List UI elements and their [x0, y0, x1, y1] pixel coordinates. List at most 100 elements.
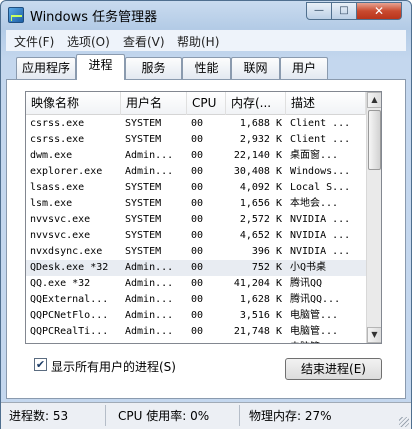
- process-row[interactable]: csrss.exe SYSTEM 00 1,688 K Client ...: [26, 116, 366, 132]
- tab-users[interactable]: 用户: [280, 57, 328, 79]
- close-button[interactable]: ✕: [356, 2, 402, 20]
- row-description: 电脑管...: [290, 310, 339, 321]
- row-user-name: SYSTEM: [125, 214, 162, 225]
- row-cpu: 00: [191, 214, 204, 225]
- tab-performance[interactable]: 性能: [182, 57, 231, 79]
- row-cpu: 00: [191, 166, 204, 177]
- row-image-name: QQExternal...: [30, 294, 109, 305]
- column-image-name[interactable]: 映像名称: [26, 92, 121, 115]
- task-manager-window: Windows 任务管理器 — □ ✕ 文件(F) 选项(O) 查看(V) 帮助…: [0, 0, 412, 429]
- row-description: Local S...: [290, 182, 351, 193]
- column-cpu[interactable]: CPU: [187, 92, 226, 115]
- row-image-name: nvxdsync.exe: [30, 246, 103, 257]
- row-description: 电脑管...: [286, 340, 366, 343]
- show-all-users-checkbox[interactable]: ✔: [34, 358, 47, 371]
- row-cpu: 00: [191, 262, 204, 273]
- tab-networking[interactable]: 联网: [231, 57, 280, 79]
- row-image-name: csrss.exe: [30, 118, 85, 129]
- process-row[interactable]: nvxdsync.exe SYSTEM 00 396 K NVIDIA ...: [26, 244, 366, 260]
- row-cpu: 00: [191, 326, 204, 337]
- process-row[interactable]: QDesk.exe *32 Admin... 00 752 K 小Q书桌: [26, 260, 366, 276]
- row-description: 腾讯QQ: [290, 278, 323, 289]
- row-image-name: QDesk.exe *32: [30, 262, 109, 273]
- column-description[interactable]: 描述: [286, 92, 366, 115]
- process-list[interactable]: 映像名称 用户名 CPU 内存(... 描述 csrss.exe SYSTEM 00…: [25, 91, 382, 344]
- row-cpu: 00: [187, 340, 226, 343]
- title-bar[interactable]: Windows 任务管理器 — □ ✕: [1, 1, 411, 29]
- end-process-button[interactable]: 结束进程(E): [285, 358, 382, 380]
- process-row[interactable]: QQPCNetFlo... Admin... 00 3,516 K 电脑管...: [26, 308, 366, 324]
- process-row[interactable]: QQExternal... Admin... 00 1,628 K 腾讯QQ...: [26, 292, 366, 308]
- column-memory[interactable]: 内存(...: [226, 92, 286, 115]
- row-image-name: nvvsvc.exe: [30, 214, 91, 225]
- minimize-button[interactable]: —: [306, 2, 332, 20]
- row-image-name: QQPCNetFlo...: [30, 310, 109, 321]
- tab-services[interactable]: 服务: [125, 57, 182, 79]
- process-row[interactable]: explorer.exe Admin... 00 30,408 K Windows...: [26, 164, 366, 180]
- row-user-name: SYSTEM: [121, 340, 187, 343]
- row-cpu: 00: [191, 294, 204, 305]
- scrollbar-thumb[interactable]: [368, 110, 381, 170]
- menu-bar: 文件(F) 选项(O) 查看(V) 帮助(H): [6, 30, 406, 51]
- window-title: Windows 任务管理器: [30, 10, 158, 25]
- column-user-name[interactable]: 用户名: [121, 92, 187, 115]
- process-row[interactable]: QQPCRealTi... Admin... 00 21,748 K 电脑管...: [26, 324, 366, 340]
- process-row[interactable]: lsm.exe SYSTEM 00 1,656 K 本地会...: [26, 196, 366, 212]
- row-user-name: Admin...: [125, 278, 174, 289]
- row-user-name: SYSTEM: [125, 118, 162, 129]
- row-memory: 2,932 K: [239, 134, 282, 145]
- process-row[interactable]: QQPCRTP.ex...SYSTEM009,000 K电脑管...: [26, 340, 366, 343]
- menu-file[interactable]: 文件(F): [14, 33, 54, 50]
- row-memory: 30,408 K: [233, 166, 282, 177]
- row-image-name: QQ.exe *32: [30, 278, 91, 289]
- row-cpu: 00: [191, 198, 204, 209]
- row-description: 本地会...: [290, 198, 339, 209]
- row-cpu: 00: [191, 278, 204, 289]
- row-description: 电脑管...: [290, 326, 339, 337]
- row-description: NVIDIA ...: [290, 246, 351, 257]
- tab-applications[interactable]: 应用程序: [16, 57, 76, 79]
- task-manager-icon: [8, 7, 24, 23]
- resize-grip-icon[interactable]: [399, 417, 409, 427]
- row-memory: 3,516 K: [239, 310, 282, 321]
- row-memory: 21,748 K: [233, 326, 282, 337]
- row-cpu: 00: [191, 230, 204, 241]
- row-memory: 396 K: [251, 246, 282, 257]
- row-user-name: Admin...: [125, 150, 174, 161]
- process-row[interactable]: lsass.exe SYSTEM 00 4,092 K Local S...: [26, 180, 366, 196]
- row-memory: 752 K: [251, 262, 282, 273]
- row-memory: 1,688 K: [239, 118, 282, 129]
- row-description: NVIDIA ...: [290, 214, 351, 225]
- row-memory: 4,652 K: [239, 230, 282, 241]
- process-row[interactable]: dwm.exe Admin... 00 22,140 K 桌面窗...: [26, 148, 366, 164]
- row-description: Client ...: [290, 134, 351, 145]
- menu-options[interactable]: 选项(O): [67, 33, 110, 50]
- menu-help[interactable]: 帮助(H): [177, 33, 219, 50]
- maximize-button[interactable]: □: [331, 2, 357, 20]
- process-row[interactable]: nvvsvc.exe SYSTEM 00 2,572 K NVIDIA ...: [26, 212, 366, 228]
- process-row[interactable]: csrss.exe SYSTEM 00 2,932 K Client ...: [26, 132, 366, 148]
- row-image-name: csrss.exe: [30, 134, 85, 145]
- row-image-name: nvvsvc.exe: [30, 230, 91, 241]
- status-cpu-usage: CPU 使用率: 0%: [118, 409, 210, 423]
- row-cpu: 00: [191, 310, 204, 321]
- process-row[interactable]: nvvsvc.exe SYSTEM 00 4,652 K NVIDIA ...: [26, 228, 366, 244]
- row-image-name: explorer.exe: [30, 166, 103, 177]
- scroll-down-arrow-icon[interactable]: ▼: [367, 327, 381, 343]
- row-user-name: Admin...: [125, 326, 174, 337]
- tab-processes[interactable]: 进程: [76, 54, 125, 80]
- process-row[interactable]: QQ.exe *32 Admin... 00 41,204 K 腾讯QQ: [26, 276, 366, 292]
- status-process-count: 进程数: 53: [9, 409, 69, 423]
- row-memory: 4,092 K: [239, 182, 282, 193]
- scroll-up-arrow-icon[interactable]: ▲: [367, 92, 381, 108]
- row-memory: 1,628 K: [239, 294, 282, 305]
- row-cpu: 00: [191, 118, 204, 129]
- menu-view[interactable]: 查看(V): [123, 33, 165, 50]
- show-all-users-label[interactable]: 显示所有用户的进程(S): [51, 358, 176, 375]
- row-description: Windows...: [290, 166, 351, 177]
- row-cpu: 00: [191, 134, 204, 145]
- row-description: NVIDIA ...: [290, 230, 351, 241]
- status-separator: [239, 405, 240, 426]
- vertical-scrollbar[interactable]: ▲ ▼: [366, 92, 381, 343]
- row-image-name: QQPCRTP.ex...: [26, 340, 121, 343]
